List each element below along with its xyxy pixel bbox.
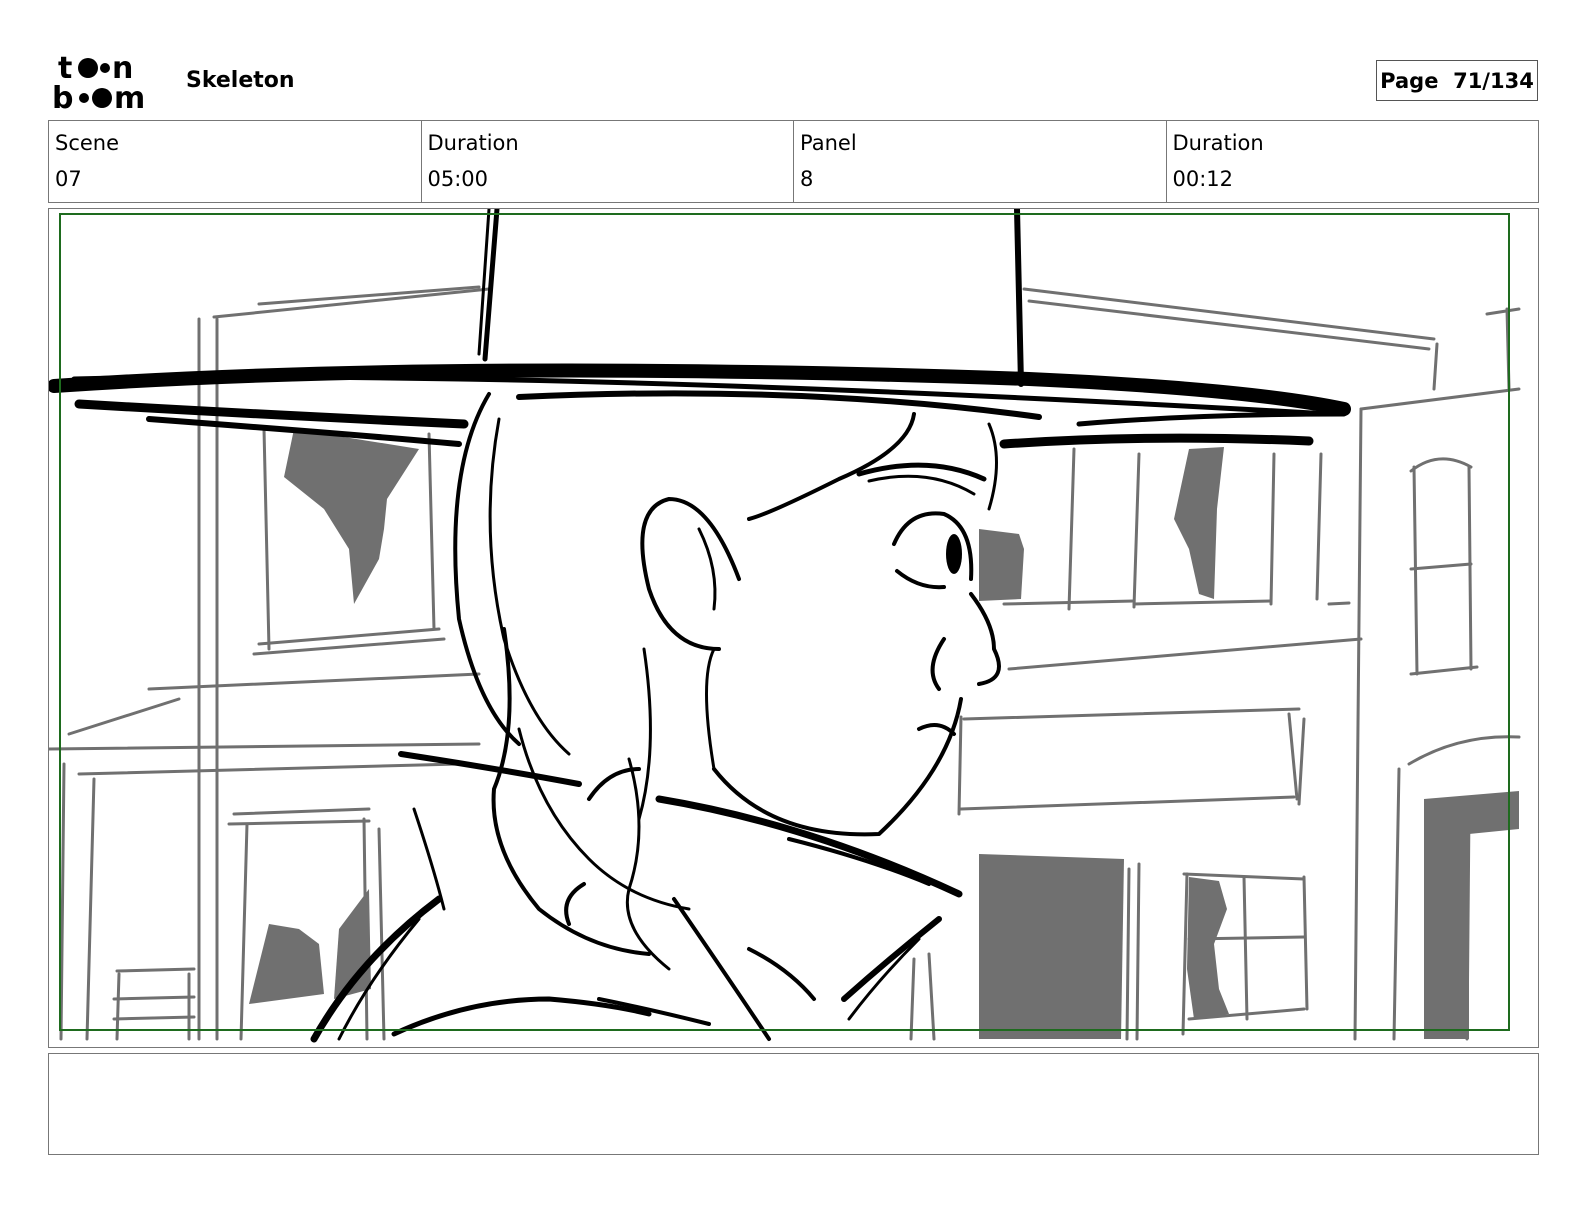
scene-duration-value: 05:00	[427, 167, 489, 191]
scene-label: Scene	[55, 131, 120, 155]
safe-area-frame	[59, 213, 1510, 1031]
page-number: 71/134	[1453, 68, 1534, 93]
scene-cell: Scene 07	[49, 121, 422, 202]
scene-value: 07	[55, 167, 82, 191]
panel-info-table: Scene 07 Duration 05:00 Panel 8 Duration…	[48, 120, 1539, 203]
project-title: Skeleton	[186, 68, 295, 93]
panel-duration-label: Duration	[1172, 131, 1264, 155]
panel-duration-cell: Duration 00:12	[1167, 121, 1539, 202]
panel-cell: Panel 8	[794, 121, 1167, 202]
scene-duration-cell: Duration 05:00	[422, 121, 794, 202]
logo-letter-m: m	[114, 81, 145, 112]
panel-value: 8	[800, 167, 814, 191]
toonboom-logo: t n b m	[52, 51, 145, 112]
panel-notes-box	[48, 1053, 1539, 1155]
storyboard-panel	[48, 208, 1539, 1048]
panel-duration-value: 00:12	[1172, 167, 1234, 191]
panel-label: Panel	[800, 131, 857, 155]
logo-letter-b: b	[52, 81, 73, 112]
page-label: Page	[1380, 68, 1439, 93]
background-shadow-fills	[249, 429, 1519, 1039]
panel-sketch	[49, 209, 1521, 1043]
page-indicator: Page 71/134	[1376, 60, 1538, 101]
character-sketch	[49, 209, 1351, 1043]
scene-duration-label: Duration	[427, 131, 519, 155]
